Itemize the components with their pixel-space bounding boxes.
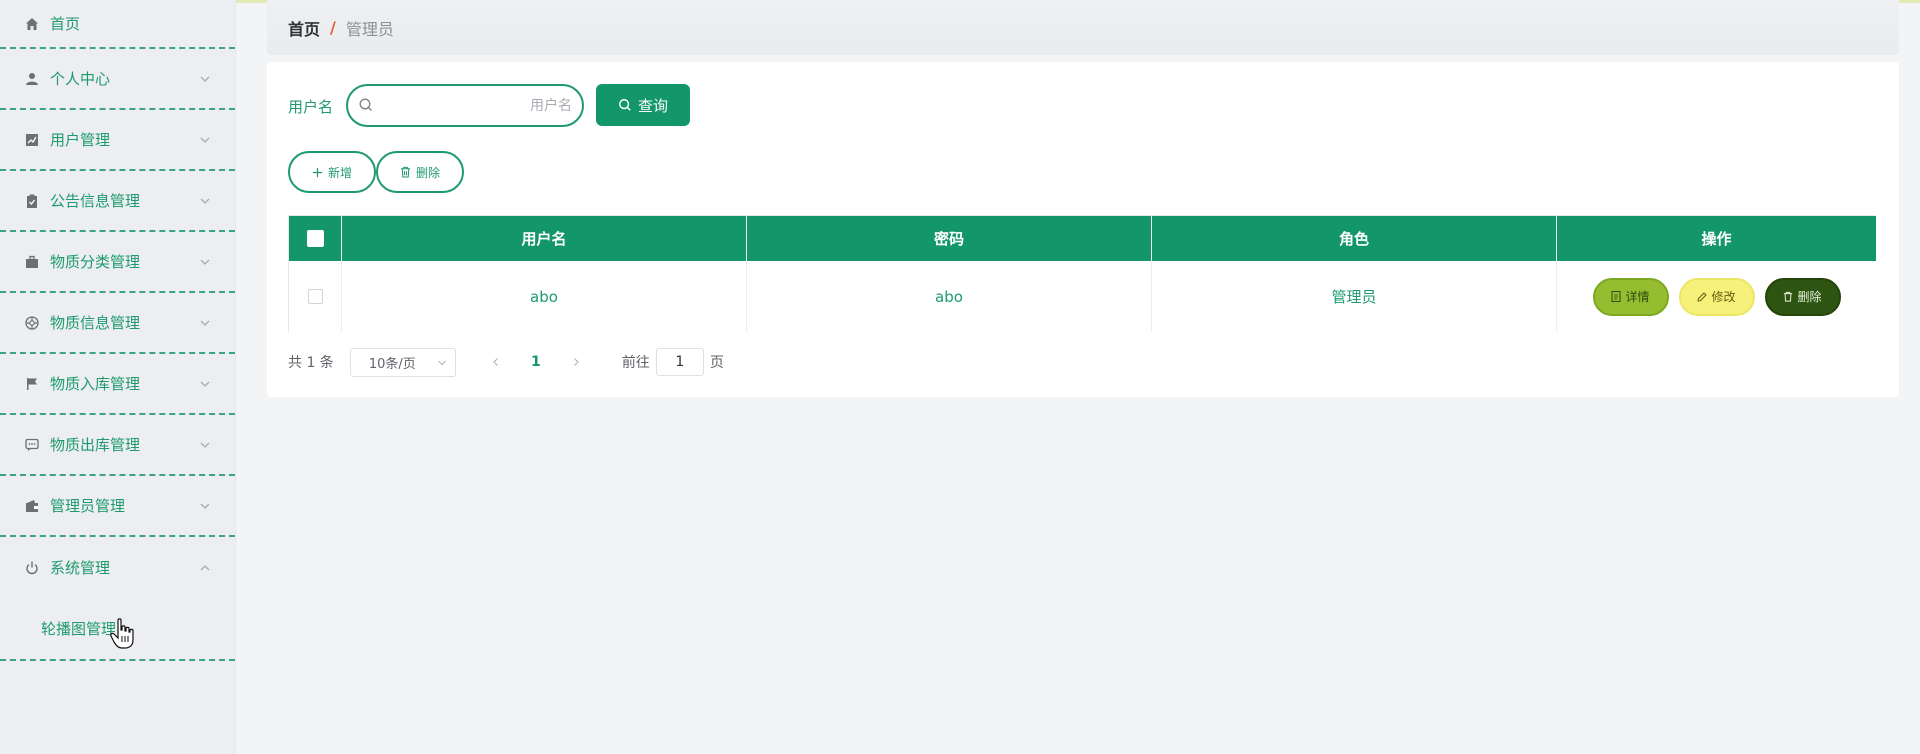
page-size-select[interactable]: 10条/页 <box>349 347 456 377</box>
delete-button-label: 删除 <box>1797 290 1822 304</box>
search-icon <box>359 98 372 111</box>
chevron-down-icon <box>200 442 210 448</box>
cell-username: abo <box>342 261 747 332</box>
column-header-username[interactable]: 用户名 <box>342 216 747 261</box>
admin-table: 用户名 密码 角色 操作 abo abo 管理员 详情 修改 删除 <box>288 215 1876 332</box>
sidebar-subitem-label: 轮播图管理 <box>41 620 117 638</box>
cell-role: 管理员 <box>1152 261 1557 332</box>
document-icon <box>1611 291 1621 302</box>
sidebar-item-material-inbound-management[interactable]: 物质入库管理 <box>0 354 235 415</box>
next-page-button[interactable] <box>556 357 596 367</box>
sidebar-item-user-management[interactable]: 用户管理 <box>0 110 235 171</box>
chevron-down-icon <box>200 198 210 204</box>
batch-delete-button-label: 删除 <box>415 165 440 180</box>
row-select-cell <box>289 261 342 332</box>
chevron-down-icon <box>200 503 210 509</box>
goto-page-value: 1 <box>675 354 685 370</box>
plus-icon <box>312 167 323 177</box>
sidebar-item-label: 物质分类管理 <box>50 253 141 271</box>
chevron-down-icon <box>200 320 210 326</box>
chevron-down-icon <box>200 76 210 82</box>
chevron-down-icon <box>437 360 446 365</box>
delete-button[interactable]: 删除 <box>1764 277 1841 316</box>
breadcrumb-home-link[interactable]: 首页 <box>288 16 320 40</box>
detail-button[interactable]: 详情 <box>1592 277 1669 316</box>
search-field[interactable] <box>346 84 584 127</box>
breadcrumb-separator: / <box>330 18 336 37</box>
aperture-icon <box>24 315 40 331</box>
chevron-right-icon <box>573 358 579 366</box>
chevron-left-icon <box>492 358 498 366</box>
sidebar-item-material-category-management[interactable]: 物质分类管理 <box>0 232 235 293</box>
chevron-down-icon <box>200 381 210 387</box>
flag-icon <box>24 376 40 392</box>
table-header: 用户名 密码 角色 操作 <box>289 216 1876 261</box>
batch-delete-button[interactable]: 删除 <box>376 151 464 193</box>
prev-page-button[interactable] <box>476 357 516 367</box>
sidebar-item-label: 物质信息管理 <box>50 314 141 332</box>
sidebar-item-admin-management[interactable]: 管理员管理 <box>0 476 235 537</box>
sidebar-item-label: 管理员管理 <box>50 497 126 515</box>
sidebar-item-label: 系统管理 <box>50 559 111 577</box>
hand-pointer-cursor-icon <box>110 618 134 649</box>
add-button[interactable]: 新增 <box>288 151 376 193</box>
select-all-checkbox[interactable] <box>306 230 324 247</box>
column-header-role[interactable]: 角色 <box>1152 216 1557 261</box>
sidebar-item-announcement-management[interactable]: 公告信息管理 <box>0 171 235 232</box>
search-icon <box>619 99 631 111</box>
search-input[interactable] <box>382 94 572 118</box>
chevron-down-icon <box>200 137 210 143</box>
row-checkbox[interactable] <box>307 289 323 304</box>
sidebar-item-label: 物质出库管理 <box>50 436 141 454</box>
wallet-icon <box>24 498 40 514</box>
sidebar-item-system-management[interactable]: 系统管理 <box>0 537 235 598</box>
search-label: 用户名 <box>288 98 334 116</box>
breadcrumb: 首页 / 管理员 <box>267 0 1899 55</box>
page-suffix: 页 <box>709 355 724 371</box>
page-size-value: 10条/页 <box>368 356 416 372</box>
clipboard-icon <box>24 193 40 209</box>
cell-password: abo <box>747 261 1152 332</box>
chat-icon <box>24 437 40 453</box>
sidebar-item-label: 首页 <box>50 15 81 33</box>
select-all-cell <box>289 216 342 261</box>
cell-actions: 详情 修改 删除 <box>1557 261 1876 332</box>
add-button-label: 新增 <box>327 165 352 180</box>
chevron-up-icon <box>200 564 210 570</box>
column-header-actions: 操作 <box>1701 230 1732 248</box>
page-number-current[interactable]: 1 <box>516 354 556 370</box>
edit-button[interactable]: 修改 <box>1678 277 1755 316</box>
pagination: 共 1 条 10条/页 1 前往 1 页 <box>288 347 724 377</box>
column-header-password[interactable]: 密码 <box>747 216 1152 261</box>
home-icon <box>24 16 40 32</box>
pagination-total: 共 1 条 <box>288 355 334 371</box>
breadcrumb-current: 管理员 <box>345 19 394 39</box>
edit-button-label: 修改 <box>1711 290 1736 304</box>
pencil-icon <box>1697 291 1708 302</box>
trash-icon <box>1784 291 1793 302</box>
query-button[interactable]: 查询 <box>596 84 690 126</box>
sidebar-item-label: 物质入库管理 <box>50 375 141 393</box>
sidebar-subitem-carousel-management[interactable]: 轮播图管理 <box>0 598 235 661</box>
sidebar-item-material-outbound-management[interactable]: 物质出库管理 <box>0 415 235 476</box>
sidebar-item-label: 公告信息管理 <box>50 192 141 210</box>
detail-button-label: 详情 <box>1625 290 1650 304</box>
query-button-label: 查询 <box>637 96 668 115</box>
chevron-down-icon <box>200 259 210 265</box>
main-panel: 用户名 查询 新增 删除 用户名 密码 角色 操作 abo abo <box>267 62 1899 397</box>
chart-icon <box>24 132 40 148</box>
goto-page-input[interactable]: 1 <box>655 348 704 376</box>
goto-label: 前往 <box>621 355 650 371</box>
sidebar-item-label: 用户管理 <box>50 131 111 149</box>
sidebar-item-label: 个人中心 <box>50 70 111 88</box>
sidebar-item-personal-center[interactable]: 个人中心 <box>0 49 235 110</box>
briefcase-icon <box>24 254 40 270</box>
table-row: abo abo 管理员 详情 修改 删除 <box>289 261 1876 332</box>
sidebar-item-material-info-management[interactable]: 物质信息管理 <box>0 293 235 354</box>
power-icon <box>24 560 40 576</box>
sidebar: 首页 个人中心 用户管理 公告信息管理 物质分类管理 物质信息管理 物质入库管理… <box>0 0 236 754</box>
trash-icon <box>400 166 411 178</box>
user-icon <box>24 71 40 87</box>
sidebar-item-home[interactable]: 首页 <box>0 0 235 49</box>
